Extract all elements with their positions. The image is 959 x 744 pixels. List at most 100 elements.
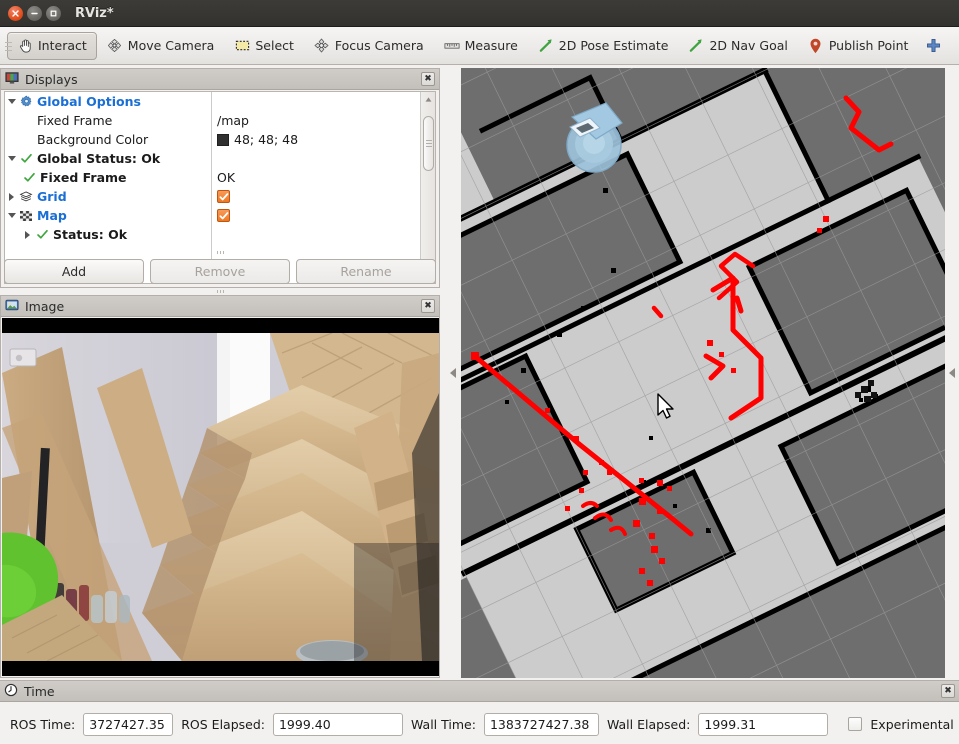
plus-icon: [925, 38, 941, 54]
ros-elapsed-input[interactable]: 1999.40: [272, 712, 403, 736]
tree-row-fixed-frame[interactable]: Fixed Frame: [5, 111, 211, 130]
tool-select-label: Select: [255, 38, 294, 53]
tool-2d-pose-estimate-label: 2D Pose Estimate: [558, 38, 669, 53]
remove-tool-button[interactable]: [948, 32, 959, 60]
tool-move-camera[interactable]: Move Camera: [97, 32, 225, 60]
wall-time-input[interactable]: 1383727427.38: [483, 712, 599, 736]
tree-row-status-fixed-frame[interactable]: Fixed Frame: [5, 168, 211, 187]
tree-row-label: Status: Ok: [53, 227, 128, 242]
tree-row-grid[interactable]: Grid: [5, 187, 211, 206]
tool-publish-point-label: Publish Point: [828, 38, 909, 53]
left-splitter-handle[interactable]: [444, 68, 461, 678]
tree-value-status-fixed-frame: OK: [212, 168, 420, 187]
tree-value-empty-1: [212, 149, 420, 168]
remove-button[interactable]: Remove: [150, 258, 290, 284]
wall-time-value: 1383727427.38: [489, 716, 590, 732]
chevron-right-icon[interactable]: [5, 192, 18, 201]
close-icon[interactable]: ✖: [941, 684, 955, 698]
chevron-down-icon[interactable]: [5, 213, 18, 218]
tool-measure[interactable]: Measure: [434, 32, 528, 60]
camera-frame: [2, 333, 439, 661]
minimize-icon[interactable]: [27, 5, 42, 21]
pose-arrow-icon: [538, 38, 554, 54]
clock-icon: [4, 683, 18, 700]
ros-elapsed-label: ROS Elapsed:: [181, 716, 265, 732]
displays-panel-resize-grip[interactable]: [0, 249, 440, 255]
tool-2d-nav-goal[interactable]: 2D Nav Goal: [678, 32, 797, 60]
check-icon: [34, 228, 50, 241]
chevron-down-icon[interactable]: [5, 156, 18, 161]
tree-row-map-status[interactable]: Status: Ok: [5, 225, 211, 244]
tree-value-empty-0: [212, 92, 420, 111]
tool-measure-label: Measure: [464, 38, 518, 53]
tree-row-background-color[interactable]: Background Color: [5, 130, 211, 149]
camera-image-view[interactable]: [2, 318, 439, 676]
tree-value-grid-enabled[interactable]: [212, 187, 420, 206]
3d-render-view[interactable]: [461, 68, 945, 678]
tree-value-text: 48; 48; 48: [234, 132, 299, 147]
tree-row-global-status[interactable]: Global Status: Ok: [5, 149, 211, 168]
tree-value-text: OK: [217, 170, 236, 185]
close-icon[interactable]: [8, 5, 23, 21]
tool-move-camera-label: Move Camera: [127, 38, 215, 53]
wall-elapsed-value: 1999.31: [704, 716, 757, 732]
time-panel-title: Time: [24, 683, 55, 699]
window-title: RViz*: [75, 5, 114, 21]
maximize-icon[interactable]: [46, 5, 61, 21]
tree-value-text: /map: [217, 113, 249, 128]
grid-enabled-checkbox[interactable]: [217, 190, 230, 203]
occupancy-map: [461, 68, 945, 678]
time-panel: Time ✖ ROS Time: 3727427.35 ROS Elapsed:…: [0, 680, 959, 744]
window-titlebar: RViz*: [0, 0, 959, 27]
select-box-icon: [234, 38, 250, 54]
scroll-up-icon[interactable]: [422, 93, 435, 106]
tree-row-label: Grid: [37, 189, 67, 204]
displays-button-row: Add Remove Rename: [0, 256, 440, 286]
hand-cursor-icon: [17, 38, 33, 54]
tool-publish-point[interactable]: Publish Point: [798, 32, 919, 60]
nav-goal-arrow-icon: [688, 38, 704, 54]
image-panel: Image ✖: [0, 295, 440, 678]
time-fields-row: ROS Time: 3727427.35 ROS Elapsed: 1999.4…: [0, 703, 959, 744]
tree-row-map[interactable]: Map: [5, 206, 211, 225]
close-icon[interactable]: ✖: [421, 299, 435, 313]
map-enabled-checkbox[interactable]: [217, 209, 230, 222]
tool-select[interactable]: Select: [224, 32, 304, 60]
close-icon[interactable]: ✖: [421, 72, 435, 86]
tree-row-label: Fixed Frame: [40, 170, 127, 185]
tree-row-global-options[interactable]: Global Options: [5, 92, 211, 111]
ruler-icon: [444, 38, 460, 54]
tree-value-fixed-frame[interactable]: /map: [212, 111, 420, 130]
add-button-label: Add: [61, 263, 87, 279]
collapse-left-icon: [449, 368, 456, 378]
experimental-checkbox[interactable]: [848, 717, 863, 731]
chevron-down-icon[interactable]: [5, 99, 18, 104]
displays-panel: Displays ✖ Global Options Fixed Frame Ba…: [0, 68, 440, 288]
tree-row-label: Fixed Frame: [37, 113, 113, 128]
add-button[interactable]: Add: [4, 258, 144, 284]
image-panel-resize-grip[interactable]: [0, 288, 440, 294]
tree-value-background-color[interactable]: 48; 48; 48: [212, 130, 420, 149]
ros-time-label: ROS Time:: [10, 716, 76, 732]
tree-value-map-enabled[interactable]: [212, 206, 420, 225]
rename-button[interactable]: Rename: [296, 258, 436, 284]
tool-focus-camera[interactable]: Focus Camera: [304, 32, 434, 60]
check-icon: [18, 152, 34, 165]
map-pin-icon: [808, 38, 824, 54]
ros-time-input[interactable]: 3727427.35: [83, 712, 174, 736]
tool-interact-label: Interact: [38, 38, 87, 53]
scrollbar-thumb[interactable]: [423, 116, 434, 171]
tree-row-label: Background Color: [37, 132, 149, 147]
image-panel-titlebar: Image ✖: [1, 296, 439, 317]
tool-2d-nav-goal-label: 2D Nav Goal: [709, 38, 788, 53]
map-grid-icon: [18, 209, 34, 223]
chevron-right-icon[interactable]: [21, 230, 34, 239]
add-tool-button[interactable]: [918, 32, 948, 60]
collapse-right-icon: [949, 368, 955, 378]
wall-elapsed-input[interactable]: 1999.31: [698, 712, 829, 736]
tree-value-empty-2: [212, 225, 420, 244]
tool-2d-pose-estimate[interactable]: 2D Pose Estimate: [528, 32, 679, 60]
right-splitter-handle[interactable]: [945, 68, 959, 678]
tool-interact[interactable]: Interact: [7, 31, 97, 60]
rename-button-label: Rename: [340, 263, 392, 279]
